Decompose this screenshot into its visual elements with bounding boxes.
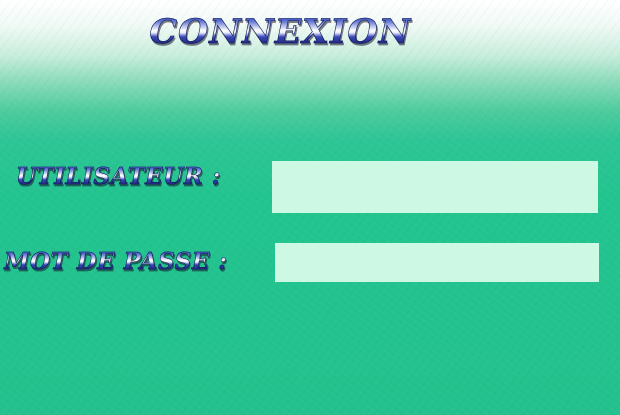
- username-label: UTILISATEUR :: [16, 163, 221, 191]
- password-label: MOT DE PASSE :: [4, 248, 228, 276]
- username-input[interactable]: [272, 161, 598, 213]
- login-title: CONNEXION: [149, 12, 412, 53]
- password-input[interactable]: [275, 243, 599, 282]
